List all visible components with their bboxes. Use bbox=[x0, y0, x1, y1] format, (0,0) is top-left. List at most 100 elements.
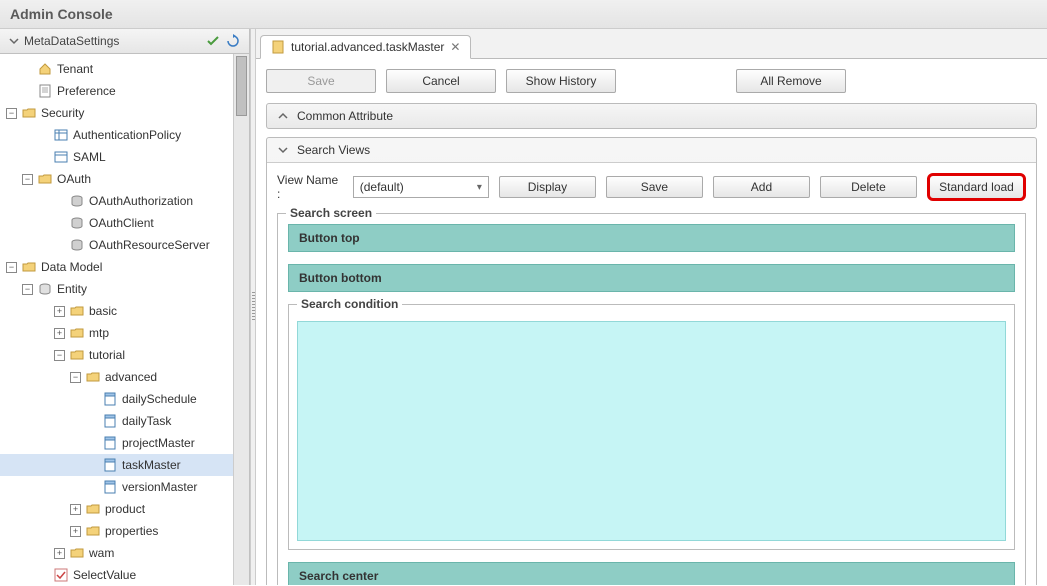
add-button[interactable]: Add bbox=[713, 176, 810, 198]
sidebar-header[interactable]: MetaDataSettings bbox=[0, 29, 249, 54]
tree-item-projectmaster[interactable]: projectMaster bbox=[0, 432, 249, 454]
tree-item-properties[interactable]: + properties bbox=[0, 520, 249, 542]
tree-item-datamodel[interactable]: − Data Model bbox=[0, 256, 249, 278]
section-header-searchviews[interactable]: Search Views bbox=[267, 138, 1036, 162]
tab-taskmaster[interactable]: tutorial.advanced.taskMaster ✕ bbox=[260, 35, 471, 59]
tree-toggle-minus[interactable]: − bbox=[22, 284, 33, 295]
tree-toggle-minus[interactable]: − bbox=[22, 174, 33, 185]
checkbox-icon bbox=[53, 567, 69, 583]
chevron-down-icon bbox=[8, 35, 20, 47]
file-icon bbox=[102, 457, 118, 473]
fieldset-legend: Search condition bbox=[297, 297, 402, 311]
tree-label: AuthenticationPolicy bbox=[73, 128, 181, 142]
home-icon bbox=[37, 61, 53, 77]
tree-toggle-plus[interactable]: + bbox=[70, 526, 81, 537]
tree-toggle bbox=[22, 86, 33, 97]
editor-content: Save Cancel Show History All Remove Comm… bbox=[256, 59, 1047, 585]
tree-item-product[interactable]: + product bbox=[0, 498, 249, 520]
file-icon bbox=[102, 435, 118, 451]
tree-item-advanced[interactable]: − advanced bbox=[0, 366, 249, 388]
tree-label: dailyTask bbox=[122, 414, 171, 428]
section-header-common[interactable]: Common Attribute bbox=[267, 104, 1036, 128]
search-center-bar[interactable]: Search center bbox=[288, 562, 1015, 585]
tree-item-authpolicy[interactable]: AuthenticationPolicy bbox=[0, 124, 249, 146]
table-icon bbox=[53, 149, 69, 165]
tree-item-security[interactable]: − Security bbox=[0, 102, 249, 124]
tree-toggle bbox=[38, 130, 49, 141]
save-view-button[interactable]: Save bbox=[606, 176, 703, 198]
section-title: Common Attribute bbox=[297, 109, 393, 123]
all-remove-button[interactable]: All Remove bbox=[736, 69, 846, 93]
search-condition-dropzone[interactable] bbox=[297, 321, 1006, 541]
standard-load-button[interactable]: Standard load bbox=[927, 173, 1026, 201]
scrollbar-thumb[interactable] bbox=[236, 56, 247, 116]
folder-icon bbox=[85, 501, 101, 517]
button-bottom-bar[interactable]: Button bottom bbox=[288, 264, 1015, 292]
file-icon bbox=[102, 479, 118, 495]
db-icon bbox=[69, 215, 85, 231]
section-title: Search Views bbox=[297, 143, 370, 157]
folder-open-icon bbox=[69, 347, 85, 363]
tree-label: Entity bbox=[57, 282, 87, 296]
tree-label: wam bbox=[89, 546, 114, 560]
refresh-icon[interactable] bbox=[225, 33, 241, 49]
check-icon[interactable] bbox=[205, 33, 221, 49]
close-icon[interactable]: ✕ bbox=[450, 40, 460, 54]
tree-toggle bbox=[38, 570, 49, 581]
tree-toggle-minus[interactable]: − bbox=[54, 350, 65, 361]
tree-toggle bbox=[54, 196, 65, 207]
tree-item-taskmaster[interactable]: taskMaster bbox=[0, 454, 249, 476]
chevron-up-icon bbox=[277, 110, 289, 122]
viewname-select[interactable]: (default) ▾ bbox=[353, 176, 489, 198]
tree-item-selectvalue[interactable]: SelectValue bbox=[0, 564, 249, 585]
tree-item-tutorial[interactable]: − tutorial bbox=[0, 344, 249, 366]
tree-toggle-plus[interactable]: + bbox=[54, 306, 65, 317]
tree-label: SelectValue bbox=[73, 568, 136, 582]
tree-label: Security bbox=[41, 106, 84, 120]
tree-item-oauthclient[interactable]: OAuthClient bbox=[0, 212, 249, 234]
tree-toggle-minus[interactable]: − bbox=[70, 372, 81, 383]
tree-label: dailySchedule bbox=[122, 392, 197, 406]
folder-icon bbox=[69, 303, 85, 319]
cancel-button[interactable]: Cancel bbox=[386, 69, 496, 93]
tree-toggle bbox=[54, 240, 65, 251]
section-common-attribute: Common Attribute bbox=[266, 103, 1037, 129]
save-button[interactable]: Save bbox=[266, 69, 376, 93]
tree-toggle-minus[interactable]: − bbox=[6, 262, 17, 273]
tree-item-entity[interactable]: − Entity bbox=[0, 278, 249, 300]
tree-scrollbar[interactable] bbox=[233, 54, 249, 585]
tree-item-oauth[interactable]: − OAuth bbox=[0, 168, 249, 190]
tree-label: Data Model bbox=[41, 260, 102, 274]
tree-item-basic[interactable]: + basic bbox=[0, 300, 249, 322]
folder-open-icon bbox=[85, 369, 101, 385]
tree-toggle-plus[interactable]: + bbox=[54, 328, 65, 339]
tree-item-oauthauth[interactable]: OAuthAuthorization bbox=[0, 190, 249, 212]
tree-item-mtp[interactable]: + mtp bbox=[0, 322, 249, 344]
sidebar-title: MetaDataSettings bbox=[24, 34, 205, 48]
tree-item-oauthresource[interactable]: OAuthResourceServer bbox=[0, 234, 249, 256]
tree-toggle-minus[interactable]: − bbox=[6, 108, 17, 119]
tree-label: OAuthClient bbox=[89, 216, 154, 230]
tree-item-wam[interactable]: + wam bbox=[0, 542, 249, 564]
tree-toggle-plus[interactable]: + bbox=[54, 548, 65, 559]
section-body-searchviews: View Name : (default) ▾ Display Save Add… bbox=[267, 162, 1036, 585]
tree-item-dailyschedule[interactable]: dailySchedule bbox=[0, 388, 249, 410]
splitter[interactable] bbox=[250, 29, 256, 585]
tree-item-versionmaster[interactable]: versionMaster bbox=[0, 476, 249, 498]
tree-toggle-plus[interactable]: + bbox=[70, 504, 81, 515]
tree-item-saml[interactable]: SAML bbox=[0, 146, 249, 168]
tree-item-preference[interactable]: Preference bbox=[0, 80, 249, 102]
show-history-button[interactable]: Show History bbox=[506, 69, 616, 93]
sidebar-tree[interactable]: Tenant Preference − Security Authenticat… bbox=[0, 54, 249, 585]
tree-item-tenant[interactable]: Tenant bbox=[0, 58, 249, 80]
button-top-bar[interactable]: Button top bbox=[288, 224, 1015, 252]
delete-button[interactable]: Delete bbox=[820, 176, 917, 198]
tree-label: mtp bbox=[89, 326, 109, 340]
tree-item-dailytask[interactable]: dailyTask bbox=[0, 410, 249, 432]
db-icon bbox=[69, 193, 85, 209]
splitter-grip-icon bbox=[252, 292, 255, 322]
page-icon bbox=[37, 83, 53, 99]
spacer bbox=[626, 69, 726, 93]
display-button[interactable]: Display bbox=[499, 176, 596, 198]
tree-label: taskMaster bbox=[122, 458, 181, 472]
